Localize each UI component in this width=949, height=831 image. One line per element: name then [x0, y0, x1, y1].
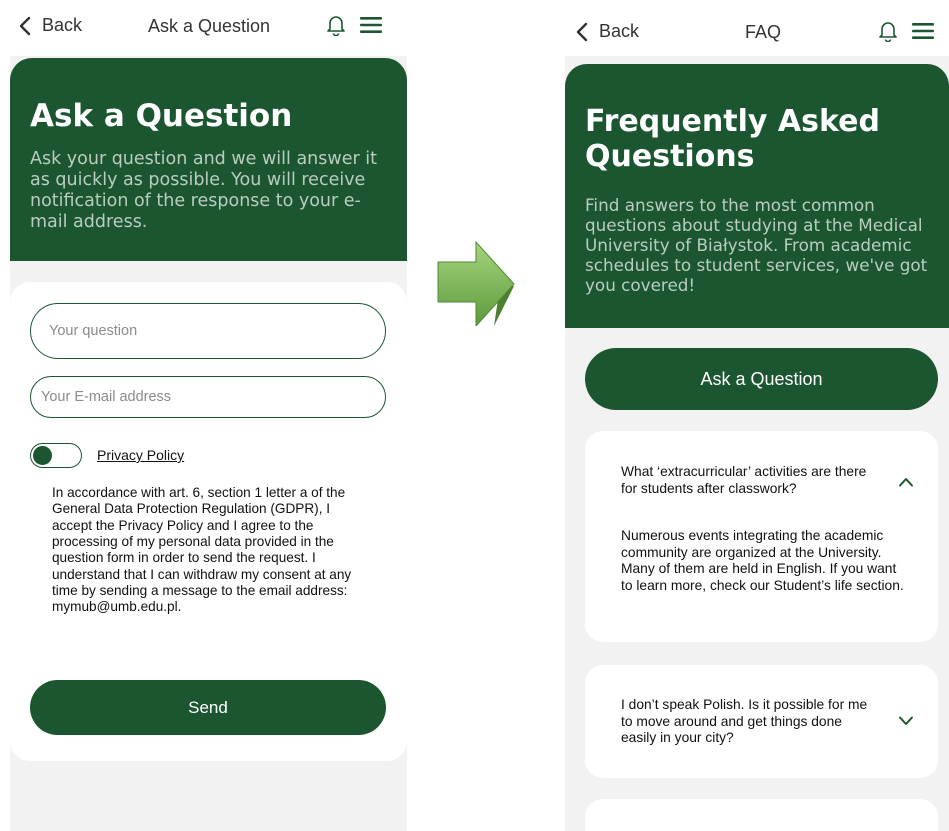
email-input[interactable]: Your E-mail address — [30, 376, 386, 418]
hamburger-menu-icon — [912, 23, 934, 39]
question-input[interactable]: Your question — [30, 303, 386, 359]
page-title: Ask a Question — [148, 16, 271, 36]
hamburger-menu-icon — [360, 17, 382, 33]
send-button[interactable]: Send — [30, 680, 386, 735]
chevron-up-icon[interactable] — [898, 477, 914, 487]
back-label: Back — [599, 21, 640, 41]
consent-text: In accordance with art. 6, section 1 let… — [52, 485, 352, 615]
chevron-left-icon — [19, 16, 31, 35]
hero-heading: Ask a Question — [30, 98, 293, 134]
arrow-right-icon — [437, 240, 515, 326]
back-button[interactable]: Back — [18, 15, 82, 36]
privacy-policy-link[interactable]: Privacy Policy — [97, 447, 184, 463]
notifications-button[interactable] — [878, 20, 898, 42]
faq-item[interactable]: I don’t speak Polish. Is it possible for… — [585, 665, 938, 778]
hero-description: Find answers to the most common question… — [585, 194, 928, 296]
top-bar: Back Ask a Question — [10, 0, 407, 56]
hero-banner: Ask a Question Ask your question and we … — [10, 58, 407, 261]
hero-banner: Frequently Asked Questions Find answers … — [565, 64, 949, 328]
faq-screen: Back FAQ Frequently Asked Questions Find… — [565, 0, 949, 831]
email-placeholder: Your E-mail address — [41, 389, 172, 405]
page-title: FAQ — [745, 22, 782, 42]
faq-question[interactable]: What ‘extracurricular’ activities are th… — [621, 464, 881, 497]
chevron-down-icon[interactable] — [898, 716, 914, 726]
back-button[interactable]: Back — [575, 21, 639, 42]
back-label: Back — [42, 15, 83, 35]
chevron-left-icon — [576, 22, 588, 41]
faq-question[interactable]: I don’t speak Polish. Is it possible for… — [621, 697, 881, 747]
ask-question-screen: Back Ask a Question Ask a Question Ask y… — [10, 0, 407, 831]
menu-button[interactable] — [912, 22, 934, 40]
privacy-toggle[interactable] — [30, 443, 82, 468]
bell-icon — [327, 16, 345, 36]
top-bar: Back FAQ — [565, 0, 949, 56]
faq-item[interactable] — [585, 799, 938, 831]
ask-question-button[interactable]: Ask a Question — [585, 348, 938, 410]
notifications-button[interactable] — [326, 14, 346, 36]
toggle-knob — [33, 445, 52, 465]
faq-item[interactable]: What ‘extracurricular’ activities are th… — [585, 431, 938, 642]
menu-button[interactable] — [360, 16, 382, 34]
question-form: Your question Your E-mail address Privac… — [10, 282, 407, 761]
bell-icon — [879, 22, 897, 42]
hero-heading: Frequently Asked Questions — [585, 104, 880, 175]
question-placeholder: Your question — [49, 323, 138, 339]
hero-description: Ask your question and we will answer it … — [30, 149, 377, 233]
faq-answer: Numerous events integrating the academic… — [621, 528, 904, 593]
